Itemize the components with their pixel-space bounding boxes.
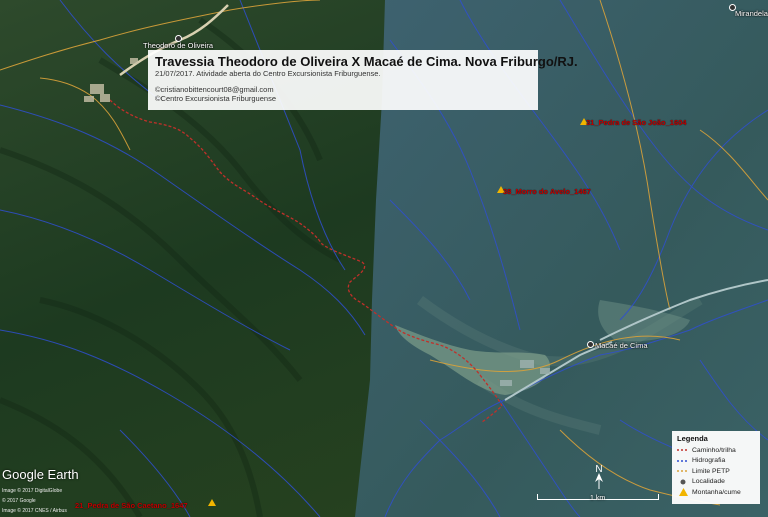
map-legend: Legenda Caminho/trilha Hidrografia Limit…	[672, 431, 760, 504]
legend-item-park-boundary: Limite PETP	[677, 466, 755, 477]
orange-dashed-line-icon	[677, 467, 689, 476]
peak-label-sao-caetano[interactable]: 21_Pedra de São Caetano_1647	[75, 501, 188, 510]
legend-label-park-boundary: Limite PETP	[692, 467, 730, 475]
image-credit: Image © 2017 DigitalGlobe	[2, 488, 63, 494]
red-dashed-line-icon	[677, 446, 689, 455]
image-credit: Image © 2017 CNES / Airbus	[2, 508, 67, 514]
scale-label: 1 km	[590, 495, 606, 502]
legend-title: Legenda	[677, 434, 708, 443]
place-label-macae[interactable]: Macaé de Cima	[595, 341, 648, 350]
peak-label-avelo[interactable]: 38_Morro do Avelo_1467	[503, 187, 591, 196]
mountain-triangle-icon	[677, 488, 689, 497]
legend-label-hydrography: Hidrografia	[692, 457, 726, 465]
route-title: Travessia Theodoro de Oliveira X Macaé d…	[155, 54, 578, 69]
route-info-box: Travessia Theodoro de Oliveira X Macaé d…	[148, 50, 578, 110]
place-label-theodoro[interactable]: Theodoro de Oliveira	[143, 41, 213, 50]
legend-label-locality: Localidade	[692, 478, 725, 486]
image-credit: © 2017 Google	[2, 498, 36, 504]
legend-item-hydrography: Hidrografia	[677, 456, 755, 467]
place-label-mirandela[interactable]: Mirandela	[735, 9, 768, 18]
legend-item-locality: Localidade	[677, 477, 755, 488]
blue-dashed-line-icon	[677, 456, 689, 465]
legend-label-trail: Caminho/trilha	[692, 446, 736, 454]
contact-email: ©cristianobittencourt08@gmail.com	[155, 85, 274, 94]
peak-label-sao-joao[interactable]: 31_Pedra de São João_1604	[586, 118, 686, 127]
locality-dot-icon	[677, 477, 689, 486]
legend-label-mountain: Montanha/cume	[692, 488, 741, 496]
legend-item-mountain: Montanha/cume	[677, 487, 755, 498]
google-earth-logo: Google Earth	[2, 467, 79, 482]
organization-credit: ©Centro Excursionista Friburguense	[155, 94, 276, 103]
locality-dot-icon[interactable]	[587, 341, 594, 348]
north-arrow-icon: N	[595, 464, 603, 489]
legend-item-trail: Caminho/trilha	[677, 445, 755, 456]
mountain-triangle-icon[interactable]	[208, 499, 216, 506]
route-description: 21/07/2017. Atividade aberta do Centro E…	[155, 69, 381, 78]
